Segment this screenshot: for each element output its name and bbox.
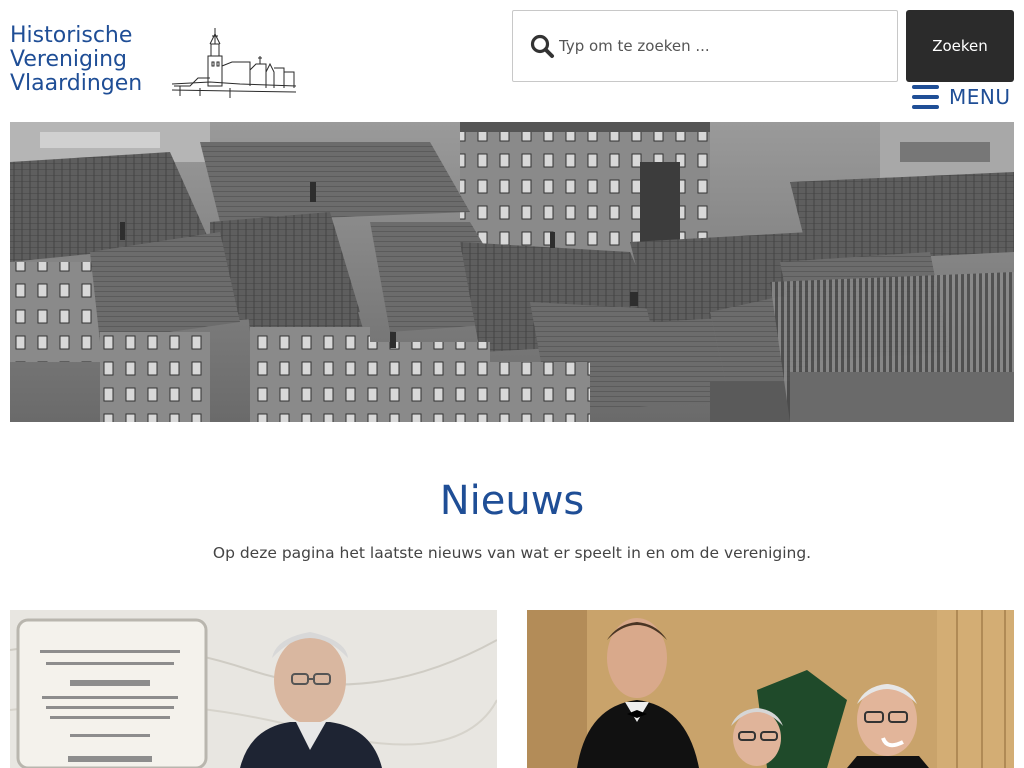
news-card-2-photo: [527, 610, 1014, 768]
page-title: Nieuws: [439, 478, 585, 524]
news-card-1[interactable]: [10, 610, 497, 768]
town-skyline-drawing: [171, 28, 297, 98]
menu-toggle[interactable]: MENU: [912, 84, 1011, 110]
logo-line-1: Historische: [10, 23, 133, 48]
news-card-2[interactable]: [527, 610, 1014, 768]
site-logo[interactable]: Historische Vereniging Vlaardingen: [10, 24, 297, 98]
search-button[interactable]: Zoeken: [906, 10, 1014, 82]
menu-label: MENU: [949, 85, 1011, 109]
logo-line-2: Vereniging: [10, 47, 128, 72]
search-form: [512, 10, 898, 82]
logo-text: Historische Vereniging Vlaardingen: [10, 24, 142, 96]
hero-town-photo: [10, 122, 1014, 422]
logo-line-3: Vlaardingen: [10, 71, 143, 96]
search-icon[interactable]: [529, 33, 555, 59]
hamburger-icon: [912, 85, 939, 109]
hero-image: [10, 122, 1014, 422]
page-subtitle: Op deze pagina het laatste nieuws van wa…: [212, 544, 812, 562]
site-header: Historische Vereniging Vlaardingen Typ o…: [0, 0, 1024, 122]
search-input[interactable]: [559, 37, 879, 55]
news-card-1-photo: [10, 610, 497, 768]
